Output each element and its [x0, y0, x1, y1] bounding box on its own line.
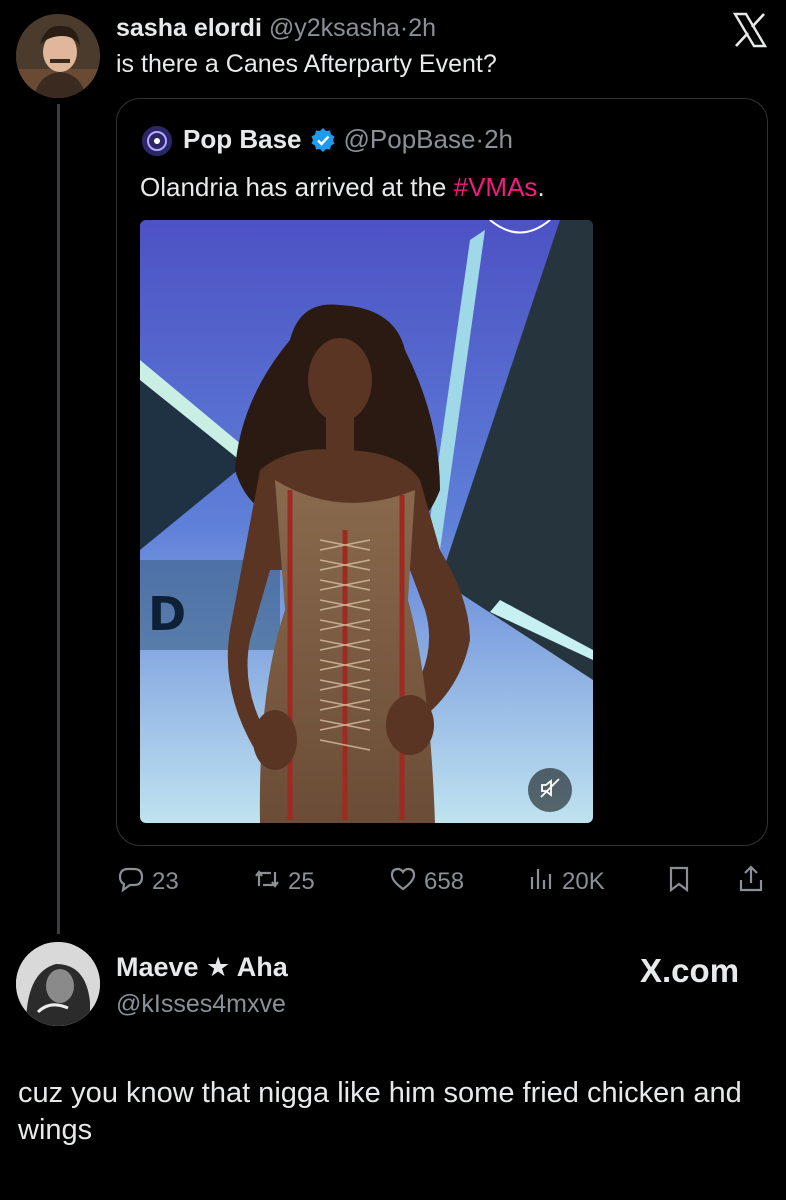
quoted-tweet-header: Pop Base @PopBase·2h	[183, 124, 513, 155]
hashtag-link[interactable]: #VMAs	[454, 172, 538, 202]
views-count: 20K	[562, 868, 605, 895]
svg-text:D: D	[148, 587, 186, 641]
reply-count: 23	[152, 868, 179, 895]
handle[interactable]: @y2ksasha	[269, 14, 400, 42]
quoted-tweet-text: Olandria has arrived at the #VMAs.	[140, 172, 545, 203]
repost-count: 25	[288, 868, 315, 895]
display-name[interactable]: sasha elordi	[116, 14, 262, 42]
quoted-timestamp[interactable]: 2h	[484, 124, 513, 154]
share-button[interactable]	[736, 862, 766, 902]
reply-handle[interactable]: @kIsses4mxve	[116, 990, 286, 1019]
separator-dot: ·	[399, 14, 409, 42]
mute-button[interactable]	[528, 768, 572, 812]
quoted-text-before: Olandria has arrived at the	[140, 172, 454, 202]
tweet-media-image[interactable]: D	[140, 220, 593, 823]
bookmark-icon	[664, 864, 694, 901]
tweet-action-bar: 23 25 658 20K	[116, 862, 776, 902]
views-button[interactable]: 20K	[526, 862, 605, 902]
tweet-text: is there a Canes Afterparty Event?	[116, 50, 497, 78]
mute-icon	[539, 777, 561, 804]
quoted-text-after: .	[537, 172, 545, 202]
reply-display-name[interactable]: Maeve ★ Aha	[116, 952, 288, 983]
like-button[interactable]: 658	[388, 862, 464, 902]
reply-icon	[116, 864, 146, 901]
verified-badge-icon	[310, 127, 336, 153]
bookmark-button[interactable]	[664, 862, 694, 902]
share-icon	[736, 864, 766, 901]
quoted-avatar[interactable]	[142, 126, 172, 156]
quoted-handle[interactable]: @PopBase	[344, 124, 476, 154]
reply-text: cuz you know that nigga like him some fr…	[18, 1077, 742, 1146]
repost-button[interactable]: 25	[252, 862, 315, 902]
like-count: 658	[424, 868, 465, 895]
quoted-display-name[interactable]: Pop Base	[183, 124, 302, 155]
x-logo-icon	[730, 10, 770, 50]
views-icon	[526, 864, 556, 901]
reply-button[interactable]: 23	[116, 862, 179, 902]
x-com-brand: X.com	[640, 952, 740, 989]
thread-line	[57, 104, 60, 934]
reply-avatar[interactable]	[16, 942, 100, 1026]
repost-icon	[252, 864, 282, 901]
quoted-separator-dot: ·	[475, 124, 485, 154]
like-icon	[388, 864, 418, 901]
avatar[interactable]	[16, 14, 100, 98]
timestamp[interactable]: 2h	[408, 14, 436, 42]
main-tweet-header: sasha elordi @y2ksasha·2h	[116, 14, 436, 43]
